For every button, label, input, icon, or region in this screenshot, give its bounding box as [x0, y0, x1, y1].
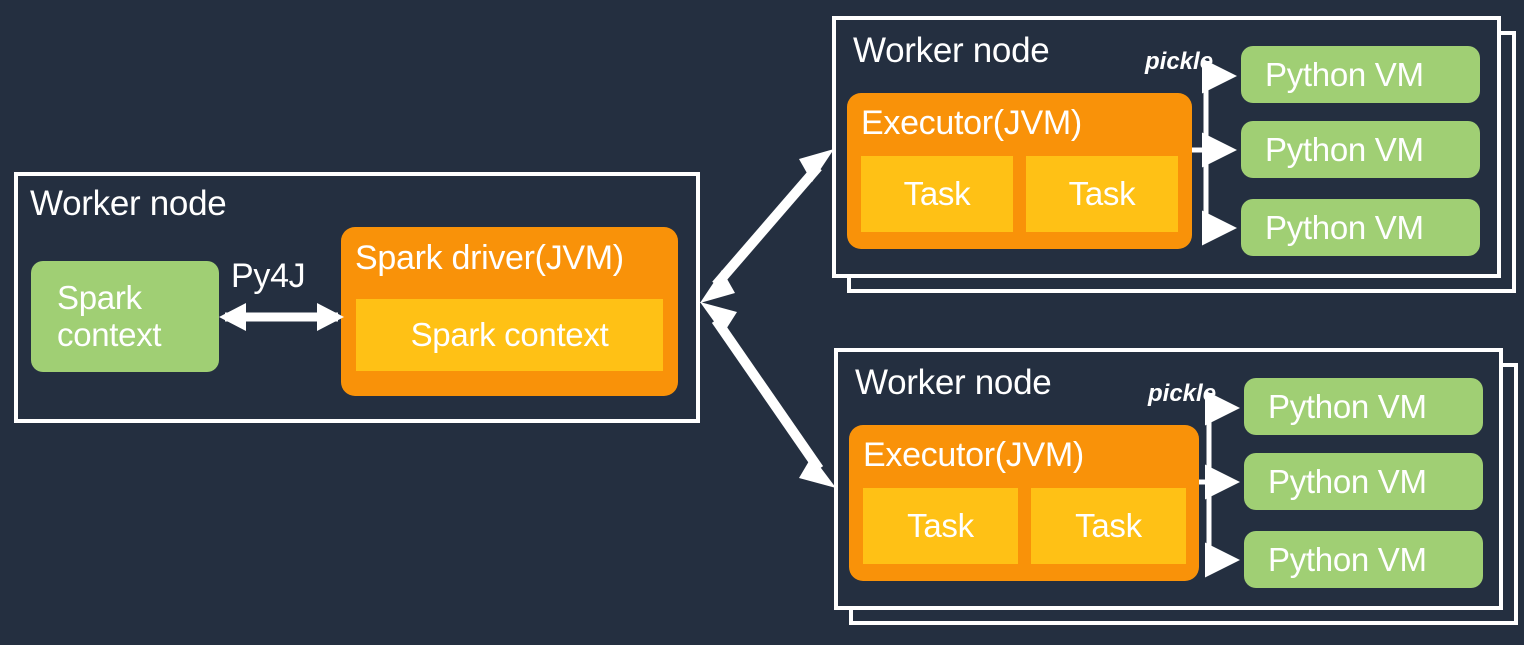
worker-node-2-task-1-label: Task	[907, 507, 974, 544]
driver-inner-spark-context-box: Spark context	[356, 299, 663, 371]
py4j-label: Py4J	[231, 257, 306, 295]
worker-node-2-pickle-label: pickle	[1148, 380, 1217, 407]
worker-node-1-executor-box: Executor(JVM) Task Task	[847, 93, 1192, 249]
worker-node-1-python-vm-1: Python VM	[1241, 46, 1480, 103]
worker-node-1-pickle-label: pickle	[1145, 48, 1214, 75]
driver-spark-context-box: Spark context	[31, 261, 219, 372]
worker-node-2-python-vm-2-label: Python VM	[1268, 462, 1427, 500]
worker-node-2-python-vm-3: Python VM	[1244, 531, 1483, 588]
arrow-driver-to-worker-1	[700, 149, 834, 303]
worker-node-1-task-1: Task	[861, 156, 1013, 232]
worker-node-1-python-vm-2: Python VM	[1241, 121, 1480, 178]
worker-node-2-python-vm-1: Python VM	[1244, 378, 1483, 435]
worker-node-2-python-vm-1-label: Python VM	[1268, 387, 1427, 425]
worker-node-1-task-2-label: Task	[1068, 175, 1136, 212]
worker-node-1-task-2: Task	[1026, 156, 1178, 232]
worker-node-2-executor-title: Executor(JVM)	[863, 436, 1084, 474]
spark-driver-jvm-title: Spark driver(JVM)	[355, 239, 624, 277]
driver-spark-context-line1: Spark	[57, 278, 142, 316]
worker-node-2-task-1: Task	[863, 488, 1018, 564]
worker-node-1-python-vm-2-label: Python VM	[1265, 130, 1424, 168]
arrow-driver-to-worker-2	[700, 302, 836, 488]
spark-driver-jvm-box: Spark driver(JVM) Spark context	[341, 227, 678, 396]
worker-node-1-python-vm-3: Python VM	[1241, 199, 1480, 256]
driver-spark-context-line2: context	[57, 315, 162, 353]
worker-node-1-python-vm-1-label: Python VM	[1265, 55, 1424, 93]
worker-node-2-task-2-label: Task	[1075, 507, 1142, 544]
worker-node-1-python-vm-3-label: Python VM	[1265, 208, 1424, 246]
worker-node-2-python-vm-2: Python VM	[1244, 453, 1483, 510]
worker-node-1-task-1-label: Task	[903, 175, 971, 212]
worker-node-1-title: Worker node	[853, 31, 1050, 70]
worker-node-2-python-vm-3-label: Python VM	[1268, 540, 1427, 578]
worker-node-2-title: Worker node	[855, 363, 1052, 402]
diagram-canvas: Worker node Spark context Py4J Spark dri…	[0, 0, 1524, 645]
worker-node-2-task-2: Task	[1031, 488, 1186, 564]
worker-node-1-executor-title: Executor(JVM)	[861, 104, 1082, 142]
driver-inner-spark-context-label: Spark context	[410, 316, 609, 353]
driver-worker-node-title: Worker node	[30, 184, 227, 223]
worker-node-2-executor-box: Executor(JVM) Task Task	[849, 425, 1199, 581]
